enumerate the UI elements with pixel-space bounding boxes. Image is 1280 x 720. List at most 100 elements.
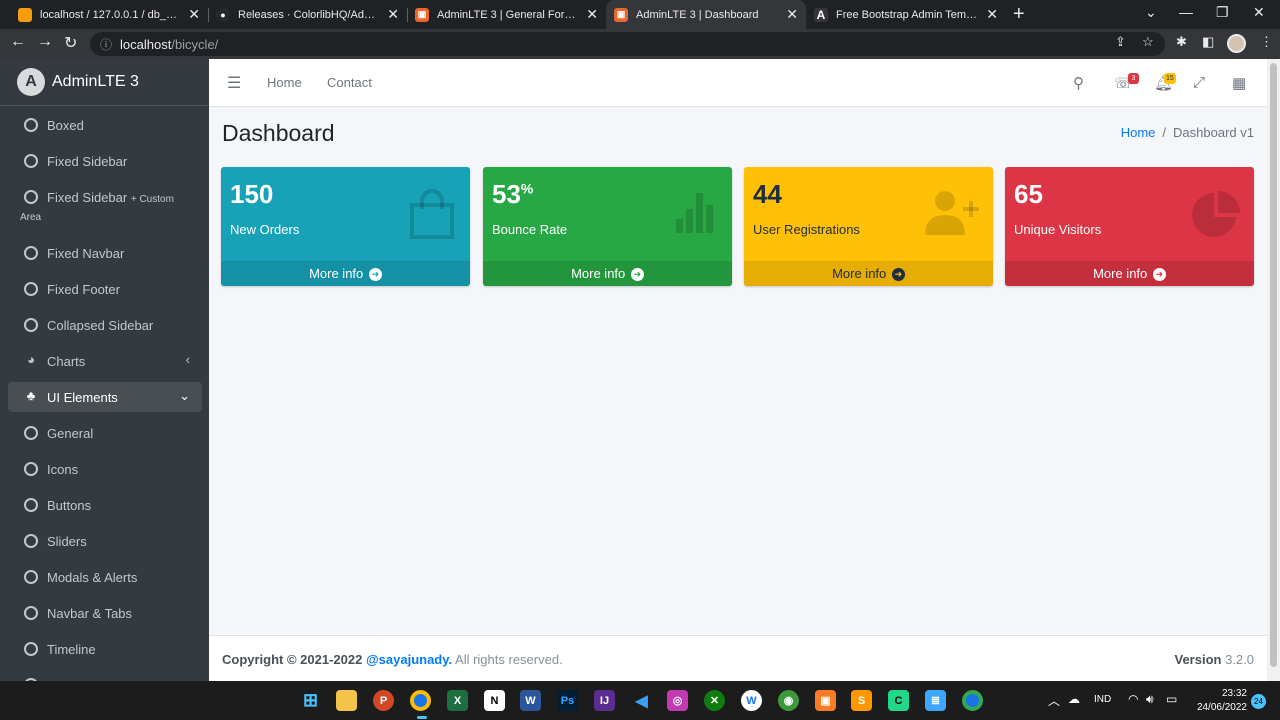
stat-label: New Orders <box>230 222 300 237</box>
sidebar-item-charts[interactable]: ◕ Charts ‹ <box>8 346 202 376</box>
xampp-icon[interactable]: ▣ <box>815 690 836 711</box>
more-info-link[interactable]: More info ➜ <box>221 261 470 286</box>
chevron-up-icon[interactable]: ︿ <box>1048 692 1060 709</box>
browser-tab-active[interactable]: ▣ AdminLTE 3 | Dashboard ✕ <box>606 0 806 29</box>
wifi-icon[interactable]: ◠ <box>1128 692 1138 706</box>
stat-value: 44 <box>753 179 782 209</box>
sidebar-item-partial[interactable] <box>8 670 202 681</box>
minimize-icon[interactable]: — <box>1179 4 1193 20</box>
control-sidebar-icon[interactable]: ▦ <box>1232 74 1246 92</box>
word-icon[interactable]: W <box>520 690 541 711</box>
nav-link-home[interactable]: Home <box>267 75 302 90</box>
side-panel-icon[interactable]: ◧ <box>1202 34 1214 50</box>
chrome-icon[interactable] <box>410 690 431 711</box>
browser-tab[interactable]: A Free Bootstrap Admin Template ✕ <box>806 0 1006 29</box>
sidebar-item-timeline[interactable]: Timeline <box>8 634 202 664</box>
close-tab-icon[interactable]: ✕ <box>786 6 798 23</box>
photoshop-icon[interactable]: Ps <box>557 690 578 711</box>
sidebar-item-icons[interactable]: Icons <box>8 454 202 484</box>
circle-icon <box>24 570 38 584</box>
chrome-icon[interactable] <box>962 690 983 711</box>
vscode-icon[interactable]: ◀ <box>631 690 652 711</box>
small-box-new-orders: 150 New Orders More info ➜ <box>221 167 470 286</box>
breadcrumb-home-link[interactable]: Home <box>1121 125 1156 140</box>
circle-icon <box>24 318 38 332</box>
powerpoint-icon[interactable]: P <box>373 690 394 711</box>
xbox-icon[interactable]: ✕ <box>704 690 725 711</box>
sidebar-item-general[interactable]: General <box>8 418 202 448</box>
forward-icon[interactable]: → <box>37 33 53 51</box>
jetbrains-icon[interactable]: IJ <box>594 690 615 711</box>
profile-avatar[interactable] <box>1227 34 1246 53</box>
cloud-icon[interactable]: ☁ <box>1068 692 1080 706</box>
circle-icon <box>24 642 38 656</box>
site-info-icon[interactable]: ⓘ <box>100 36 112 53</box>
circle-icon <box>24 606 38 620</box>
new-tab-button[interactable]: + <box>1013 3 1025 26</box>
file-explorer-icon[interactable] <box>336 690 357 711</box>
back-icon[interactable]: ← <box>10 33 26 51</box>
notion-icon[interactable]: N <box>484 690 505 711</box>
sidebar-item-navbar-tabs[interactable]: Navbar & Tabs <box>8 598 202 628</box>
sidebar-item-buttons[interactable]: Buttons <box>8 490 202 520</box>
nav-link-contact[interactable]: Contact <box>327 75 372 90</box>
bookmark-star-icon[interactable]: ☆ <box>1142 34 1154 50</box>
close-tab-icon[interactable]: ✕ <box>188 6 200 23</box>
messages-badge: 3 <box>1128 73 1139 84</box>
language-indicator[interactable]: IND <box>1094 694 1111 705</box>
excel-icon[interactable]: X <box>447 690 468 711</box>
sidebar-item-fixed-sidebar[interactable]: Fixed Sidebar <box>8 146 202 176</box>
browser-toolbar: ← → ↻ ⓘ localhost/bicycle/ ⇪ ☆ ✱ ◧ ⋮ <box>0 29 1280 59</box>
browser-tab[interactable]: localhost / 127.0.0.1 / db_bicycle ✕ <box>10 0 208 29</box>
more-info-link[interactable]: More info ➜ <box>744 261 993 286</box>
windows-start-icon[interactable]: ⊞ <box>300 690 321 711</box>
scrollbar-thumb[interactable] <box>1270 63 1277 667</box>
sidebar-item-boxed[interactable]: Boxed <box>8 110 202 140</box>
app-icon[interactable]: C <box>888 690 909 711</box>
notepad-icon[interactable]: ≣ <box>925 690 946 711</box>
more-info-link[interactable]: More info ➜ <box>1005 261 1254 286</box>
extensions-icon[interactable]: ✱ <box>1176 34 1187 50</box>
address-bar[interactable]: ⓘ localhost/bicycle/ <box>90 32 1165 56</box>
search-icon[interactable]: ⚲ <box>1073 74 1084 92</box>
notification-center-badge[interactable]: 24 <box>1251 694 1266 709</box>
author-link[interactable]: @sayajunady. <box>366 652 452 667</box>
close-tab-icon[interactable]: ✕ <box>387 6 399 23</box>
battery-icon[interactable]: ▭ <box>1166 692 1177 706</box>
adminlte-favicon-icon: ▣ <box>415 7 429 22</box>
maximize-icon[interactable]: ❐ <box>1216 4 1229 21</box>
sidebar-item-modals-alerts[interactable]: Modals & Alerts <box>8 562 202 592</box>
sidebar-item-fixed-sidebar-custom[interactable]: Fixed Sidebar + Custom <box>8 182 202 212</box>
volume-icon[interactable]: 🔊︎ <box>1146 692 1154 707</box>
sidebar-item-ui-elements[interactable]: ♣ UI Elements ⌄ <box>8 382 202 412</box>
reload-icon[interactable]: ↻ <box>64 33 77 53</box>
globe-icon[interactable]: ◉ <box>778 690 799 711</box>
page-scrollbar[interactable] <box>1267 59 1280 681</box>
circle-icon <box>24 246 38 260</box>
close-tab-icon[interactable]: ✕ <box>586 6 598 23</box>
sidebar-item-sliders[interactable]: Sliders <box>8 526 202 556</box>
browser-menu-icon[interactable]: ⋮ <box>1260 34 1273 50</box>
tab-search-icon[interactable]: ⌄ <box>1145 4 1157 21</box>
brand-link[interactable]: A AdminLTE 3 <box>0 59 209 106</box>
sublime-icon[interactable]: S <box>851 690 872 711</box>
more-info-link[interactable]: More info ➜ <box>483 261 732 286</box>
close-window-icon[interactable]: ✕ <box>1253 4 1265 21</box>
share-icon[interactable]: ⇪ <box>1115 34 1126 50</box>
version-text: Version 3.2.0 <box>1174 652 1254 667</box>
main-sidebar: A AdminLTE 3 Boxed Fixed Sidebar Fixed S… <box>0 59 209 681</box>
windows-taskbar: ⊞ P X N W Ps IJ ◀ ◎ ✕ W ◉ ▣ S C ≣ ︿ ☁ IN… <box>0 681 1280 720</box>
hamburger-menu-icon[interactable]: ☰ <box>227 73 241 93</box>
sidebar-item-collapsed-sidebar[interactable]: Collapsed Sidebar <box>8 310 202 340</box>
browser-tab[interactable]: ▣ AdminLTE 3 | General Form Eleme ✕ <box>407 0 606 29</box>
top-navbar: ☰ Home Contact ⚲ ☏ 3 🔔︎ 15 ⤢ ▦ <box>209 59 1267 107</box>
small-box-bounce-rate: 53% Bounce Rate More info ➜ <box>483 167 732 286</box>
app-icon[interactable]: W <box>741 690 762 711</box>
sidebar-item-fixed-footer[interactable]: Fixed Footer <box>8 274 202 304</box>
sidebar-item-fixed-navbar[interactable]: Fixed Navbar <box>8 238 202 268</box>
app-icon[interactable]: ◎ <box>667 690 688 711</box>
close-tab-icon[interactable]: ✕ <box>986 6 998 23</box>
fullscreen-icon[interactable]: ⤢ <box>1193 74 1205 91</box>
taskbar-clock[interactable]: 23:32 24/06/2022 <box>1193 687 1247 715</box>
browser-tab[interactable]: ● Releases · ColorlibHQ/AdminLTE ✕ <box>208 0 407 29</box>
